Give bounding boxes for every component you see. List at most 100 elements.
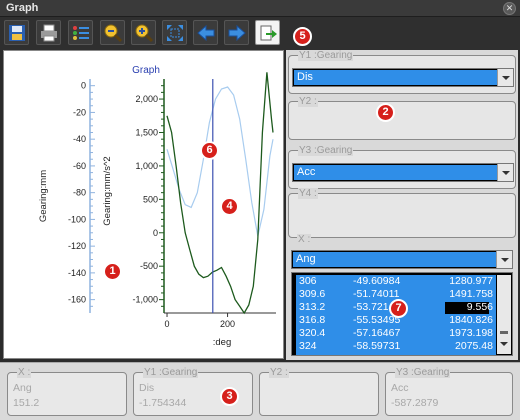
legend-button[interactable] xyxy=(68,20,93,45)
chevron-down-icon[interactable] xyxy=(496,251,512,268)
callout-badge-6: 6 xyxy=(200,141,219,160)
list-cell-dis: -58.59731 xyxy=(353,340,401,352)
list-cell-dis: -51.74011 xyxy=(353,288,400,300)
y1-group: Y1 :Gearing Dis xyxy=(288,50,516,94)
list-cell-dis: -49.60984 xyxy=(353,275,401,287)
x-selected-value: Ang xyxy=(293,252,496,267)
legend-icon xyxy=(72,25,89,40)
graph-panel: Graph 0 -20 -40 -60 -80 -100 -120 -140 -160 Gearin… xyxy=(3,50,284,359)
zoom-in-icon xyxy=(135,24,153,42)
zoom-out-button[interactable] xyxy=(100,20,125,45)
list-cell-acc: 2075.48 xyxy=(455,340,493,352)
readout-name: Ang xyxy=(13,382,32,394)
fit-icon xyxy=(166,24,183,41)
list-item[interactable]: 324 -58.59731 2075.48 xyxy=(296,340,496,353)
left-tick-label: -140 xyxy=(68,268,86,278)
list-cell-acc: 1840.826 xyxy=(449,314,493,326)
left-tick-label: 0 xyxy=(81,81,86,91)
list-item[interactable]: 320.4 -57.16467 1973.198 xyxy=(296,327,496,340)
y4-group: Y4 : xyxy=(288,188,516,238)
y3-group: Y3 :Gearing Acc xyxy=(288,145,516,189)
window-title: Graph xyxy=(6,2,39,14)
list-cell-ang: 313.2 xyxy=(299,301,326,313)
scroll-thumb[interactable] xyxy=(500,331,508,334)
list-cell-ang: 316.8 xyxy=(299,314,326,326)
left-axis-label: Gearing:mm xyxy=(38,170,49,222)
right-tick-label: 500 xyxy=(143,194,158,204)
y4-label: Y4 : xyxy=(298,188,318,199)
fit-button[interactable] xyxy=(162,20,187,45)
readout-label: X : xyxy=(17,367,32,378)
forward-button[interactable] xyxy=(224,20,249,45)
x-select[interactable]: Ang xyxy=(291,250,513,269)
readout-name: Acc xyxy=(391,382,409,394)
callout-badge-2: 2 xyxy=(376,103,395,122)
callout-badge-1: 1 xyxy=(103,262,122,281)
callout-badge-4: 4 xyxy=(220,197,239,216)
callout-badge-3: 3 xyxy=(220,387,239,406)
callout-badge-5: 5 xyxy=(293,27,312,46)
close-icon[interactable]: ✕ xyxy=(503,2,516,15)
y1-label: Y1 :Gearing xyxy=(298,50,354,61)
readout-label: Y2 : xyxy=(269,367,289,378)
chevron-down-icon[interactable] xyxy=(497,69,513,86)
right-tick-label: 2,000 xyxy=(135,94,158,104)
readout-label: Y3 :Gearing xyxy=(395,367,451,378)
y2-label: Y2 : xyxy=(298,96,318,107)
readout-value: -1.754344 xyxy=(139,397,187,409)
toolbar xyxy=(0,17,520,50)
x-label: X : xyxy=(297,234,312,245)
back-icon xyxy=(196,24,214,41)
left-tick-label: -40 xyxy=(73,134,86,144)
x-tick-label: 0 xyxy=(165,319,170,329)
list-cell-acc: 1491.758 xyxy=(449,288,493,300)
callout-badge-7: 7 xyxy=(389,299,408,318)
list-cell-acc: 9.556 xyxy=(466,301,493,313)
readout-y2: Y2 : xyxy=(259,367,379,416)
readout-label: Y1 :Gearing xyxy=(143,367,199,378)
list-item[interactable]: 306 -49.60984 1280.977 xyxy=(296,275,496,288)
export-button[interactable] xyxy=(255,20,280,45)
x-tick-label: 200 xyxy=(220,319,235,329)
right-axis-label: Gearing:mm/s^2 xyxy=(102,156,113,225)
list-cell-ang: 324 xyxy=(299,340,317,352)
title-bar: Graph ✕ xyxy=(0,0,520,17)
y3-select[interactable]: Acc xyxy=(292,163,514,182)
right-tick-label: -500 xyxy=(140,261,158,271)
y1-select[interactable]: Dis xyxy=(292,68,514,87)
print-button[interactable] xyxy=(36,20,61,45)
list-cell-ang: 309.6 xyxy=(299,288,326,300)
left-tick-label: -100 xyxy=(68,214,86,224)
right-tick-label: 1,500 xyxy=(135,127,158,137)
right-tick-label: -1,000 xyxy=(132,295,158,305)
y3-label: Y3 :Gearing xyxy=(298,145,354,156)
y2-group: Y2 : xyxy=(288,96,516,140)
forward-icon xyxy=(228,24,246,41)
series-line-acc xyxy=(166,72,274,315)
left-tick-label: -20 xyxy=(73,107,86,117)
y1-selected-value: Dis xyxy=(294,70,497,85)
list-cell-ang: 320.4 xyxy=(299,327,326,339)
list-cell-dis: -57.16467 xyxy=(353,327,401,339)
list-scrollbar[interactable] xyxy=(497,275,511,354)
zoom-in-button[interactable] xyxy=(131,20,156,45)
list-cell-acc: 1973.198 xyxy=(449,327,493,339)
back-button[interactable] xyxy=(193,20,218,45)
chevron-down-icon[interactable] xyxy=(497,164,513,181)
readout-x: X : Ang 151.2 xyxy=(7,367,127,416)
export-icon xyxy=(260,25,277,40)
list-cell-acc: 1280.977 xyxy=(449,275,493,287)
left-tick-label: -120 xyxy=(68,241,86,251)
y3-selected-value: Acc xyxy=(294,165,497,180)
chart-title: Graph xyxy=(132,65,160,76)
left-tick-label: -60 xyxy=(73,161,86,171)
readout-name: Dis xyxy=(139,382,155,394)
scroll-down-icon[interactable] xyxy=(500,342,508,346)
readout-value: 151.2 xyxy=(13,397,40,409)
save-button[interactable] xyxy=(4,20,29,45)
readout-value: -587.2879 xyxy=(391,397,439,409)
x-axis-label: :deg xyxy=(213,337,232,348)
left-tick-label: -160 xyxy=(68,295,86,305)
left-tick-label: -80 xyxy=(73,188,86,198)
save-icon xyxy=(8,24,25,41)
